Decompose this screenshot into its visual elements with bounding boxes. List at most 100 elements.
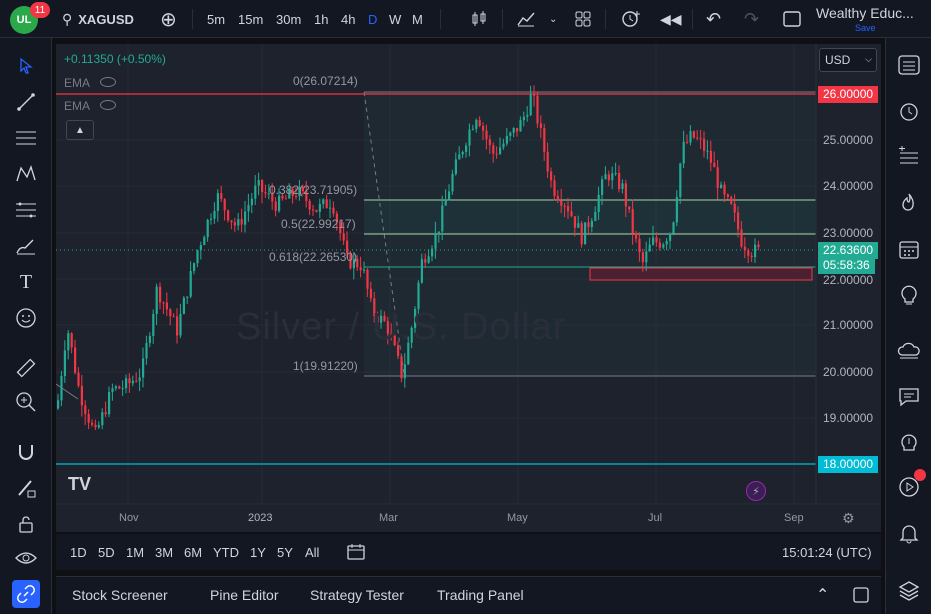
calendar-icon[interactable] — [894, 234, 924, 264]
brush-icon[interactable] — [12, 232, 40, 260]
interval-5m[interactable]: 5m — [207, 0, 225, 38]
tab-pine-editor[interactable]: Pine Editor — [210, 577, 278, 613]
alarm-icon[interactable] — [894, 96, 924, 126]
range-3m[interactable]: 3M — [155, 534, 173, 570]
candle-body — [557, 196, 559, 200]
symbol-search[interactable]: ⚲ XAGUSD — [62, 0, 134, 38]
tab-strategy-tester[interactable]: Strategy Tester — [310, 577, 404, 613]
candle-body — [247, 205, 249, 211]
chat-icon[interactable] — [894, 382, 924, 412]
undo-icon[interactable]: ↶ — [706, 0, 721, 38]
currency-label: USD — [825, 53, 850, 67]
candle-body — [234, 222, 236, 225]
fullscreen-icon[interactable] — [782, 0, 802, 38]
trend-line-icon[interactable] — [12, 88, 40, 116]
fib-icon[interactable] — [12, 196, 40, 224]
compare-plus-icon[interactable]: ⊕ — [160, 0, 177, 38]
maximize-panel-icon[interactable] — [852, 577, 870, 613]
magnet-icon[interactable] — [12, 438, 40, 466]
interval-30m[interactable]: 30m — [276, 0, 301, 38]
eye-icon[interactable] — [12, 544, 40, 572]
ema-indicator-2[interactable]: EMA — [64, 99, 90, 113]
flame-icon[interactable] — [894, 188, 924, 218]
candle-body — [81, 386, 83, 406]
pencil-lock-icon[interactable] — [12, 474, 40, 502]
chevron-down-icon[interactable]: ⌄ — [549, 0, 557, 38]
price-tick: 25.00000 — [823, 133, 873, 147]
ruler-icon[interactable] — [12, 354, 40, 382]
interval-d[interactable]: D — [368, 0, 377, 38]
divider — [502, 9, 503, 29]
drawing-toolbar: T — [0, 38, 52, 614]
range-5d[interactable]: 5D — [98, 534, 115, 570]
candles-icon[interactable] — [470, 0, 488, 38]
range-1d[interactable]: 1D — [70, 534, 87, 570]
idea-icon[interactable] — [894, 280, 924, 310]
candle-body — [591, 221, 593, 227]
interval-1h[interactable]: 1h — [314, 0, 328, 38]
add-list-icon[interactable] — [894, 140, 924, 170]
range-ytd[interactable]: YTD — [213, 534, 239, 570]
redo-icon[interactable]: ↷ — [744, 0, 759, 38]
candle-body — [64, 350, 66, 376]
utc-clock[interactable]: 15:01:24 (UTC) — [782, 534, 872, 570]
lock-icon[interactable] — [12, 510, 40, 538]
save-button[interactable]: Save — [855, 9, 876, 47]
help-icon[interactable] — [894, 428, 924, 458]
ema-indicator-1[interactable]: EMA — [64, 76, 90, 90]
horizontal-lines-icon[interactable] — [12, 124, 40, 152]
eye-off-icon[interactable] — [100, 77, 116, 87]
cursor-icon[interactable] — [12, 52, 40, 80]
zoom-in-icon[interactable] — [12, 388, 40, 416]
emoji-icon[interactable] — [12, 304, 40, 332]
chart-pane[interactable]: Silver / U.S. Dollar +0.11350 (+0.50%) E… — [56, 44, 881, 532]
tab-stock-screener[interactable]: Stock Screener — [72, 577, 168, 613]
currency-select[interactable]: USD ⌵ — [819, 48, 877, 72]
bell-icon[interactable] — [894, 518, 924, 548]
chevron-up-icon[interactable]: ⌃ — [816, 577, 829, 613]
range-6m[interactable]: 6M — [184, 534, 202, 570]
gear-icon[interactable]: ⚙ — [842, 510, 855, 527]
price-chart[interactable] — [56, 44, 881, 532]
templates-icon[interactable] — [574, 0, 592, 38]
range-1y[interactable]: 1Y — [250, 534, 266, 570]
tradingview-logo[interactable]: TV — [68, 474, 91, 495]
alert-add-icon[interactable] — [620, 0, 642, 38]
interval-4h[interactable]: 4h — [341, 0, 355, 38]
candle-body — [560, 200, 562, 206]
candle-body — [309, 201, 311, 210]
range-1m[interactable]: 1M — [126, 534, 144, 570]
replay-icon[interactable]: ◀◀ — [660, 0, 682, 38]
candle-body — [91, 423, 93, 425]
pattern-icon[interactable] — [12, 160, 40, 188]
candle-body — [213, 211, 215, 219]
candle-body — [703, 139, 705, 151]
time-tick: Jul — [648, 512, 662, 524]
price-tick: 22.00000 — [823, 273, 873, 287]
link-icon[interactable] — [12, 580, 40, 608]
eye-off-icon[interactable] — [100, 100, 116, 110]
range-5y[interactable]: 5Y — [277, 534, 293, 570]
candle-body — [632, 209, 634, 233]
interval-m[interactable]: M — [412, 0, 423, 38]
tab-trading-panel[interactable]: Trading Panel — [437, 577, 524, 613]
range-toolbar: 1D 5D 1M 3M 6M YTD 1Y 5Y All 15:01:24 (U… — [56, 534, 881, 570]
candle-body — [496, 154, 498, 155]
candle-body — [519, 120, 521, 131]
candle-body — [740, 230, 742, 247]
candle-body — [424, 259, 426, 262]
lightning-icon[interactable]: ⚡ — [746, 481, 766, 501]
collapse-legend-button[interactable]: ▲ — [66, 120, 94, 140]
interval-15m[interactable]: 15m — [238, 0, 263, 38]
date-range-icon[interactable] — [346, 534, 366, 570]
candle-body — [417, 283, 419, 309]
interval-w[interactable]: W — [389, 0, 401, 38]
layers-icon[interactable] — [894, 576, 924, 606]
candle-body — [540, 123, 542, 128]
candle-body — [319, 204, 321, 212]
indicators-icon[interactable] — [516, 0, 536, 38]
weather-icon[interactable] — [894, 336, 924, 366]
range-all[interactable]: All — [305, 534, 319, 570]
watchlist-icon[interactable] — [894, 50, 924, 80]
text-icon[interactable]: T — [12, 268, 40, 296]
